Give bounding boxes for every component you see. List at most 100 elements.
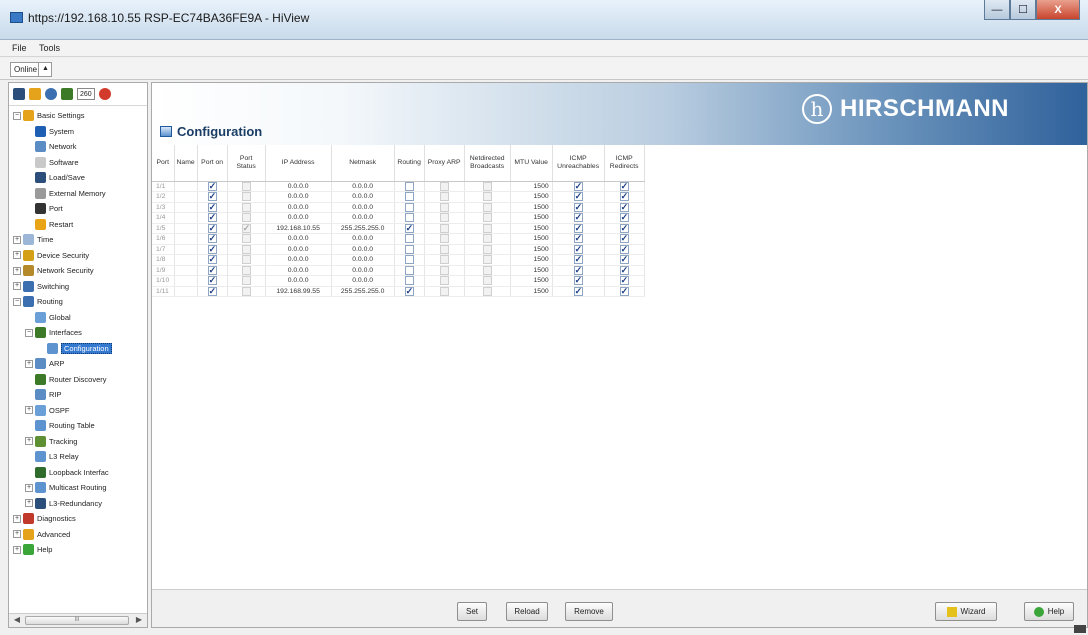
maximize-button[interactable]: ☐ (1010, 0, 1036, 20)
port-on-checkbox[interactable] (207, 275, 217, 286)
help-button[interactable]: Help (1024, 602, 1074, 621)
netmask-cell[interactable]: 0.0.0.0 (331, 275, 395, 287)
icmp-unreach-checkbox[interactable] (573, 244, 583, 255)
port-on-checkbox[interactable] (207, 223, 217, 234)
expand-icon[interactable]: + (25, 406, 33, 415)
tree-item[interactable]: + Tracking (9, 434, 147, 450)
table-row[interactable]: 1/7 0.0.0.00.0.0.0 1500 (152, 244, 645, 255)
netmask-cell[interactable]: 0.0.0.0 (331, 254, 395, 266)
icmp-unreach-checkbox[interactable] (573, 202, 583, 213)
column-header[interactable]: ICMP Unreachables (552, 145, 605, 182)
ip-cell[interactable]: 0.0.0.0 (265, 191, 332, 203)
tree-item[interactable]: L3 Relay (9, 449, 147, 465)
routing-checkbox[interactable] (404, 192, 414, 202)
expand-icon[interactable]: + (25, 359, 33, 368)
netmask-cell[interactable]: 0.0.0.0 (331, 233, 395, 245)
column-header[interactable]: ICMP Redirects (604, 145, 645, 182)
horizontal-scrollbar[interactable]: ◀ III ▶ (9, 613, 147, 627)
port-cell[interactable]: 1/9 (152, 265, 175, 276)
scroll-left-icon[interactable]: ◀ (11, 615, 23, 626)
expand-icon[interactable]: + (13, 235, 21, 244)
column-header[interactable]: Proxy ARP (424, 145, 465, 182)
tree-item[interactable]: − Interfaces (9, 325, 147, 341)
table-row[interactable]: 1/10 0.0.0.00.0.0.0 1500 (152, 275, 645, 287)
ip-cell[interactable]: 192.168.10.55 (265, 223, 332, 234)
ip-cell[interactable]: 0.0.0.0 (265, 265, 332, 276)
port-cell[interactable]: 1/11 (152, 286, 175, 297)
mtu-cell[interactable]: 1500 (510, 265, 553, 276)
collapse-icon[interactable]: − (25, 328, 33, 337)
tree-item[interactable]: + Diagnostics (9, 511, 147, 527)
mtu-cell[interactable]: 1500 (510, 244, 553, 255)
column-header[interactable]: Port on (197, 145, 228, 182)
expand-icon[interactable]: + (13, 266, 21, 275)
tree-item[interactable]: − Basic Settings (9, 108, 147, 124)
device-icon[interactable] (13, 88, 25, 100)
port-on-checkbox[interactable] (207, 181, 217, 192)
expand-icon[interactable]: + (13, 282, 21, 291)
tree-item[interactable]: External Memory (9, 186, 147, 202)
table-row[interactable]: 1/11 192.168.99.55255.255.255.0 1500 (152, 286, 645, 297)
routing-checkbox[interactable] (404, 255, 414, 265)
port-on-checkbox[interactable] (207, 202, 217, 213)
tree-item[interactable]: + L3-Redundancy (9, 496, 147, 512)
port-cell[interactable]: 1/1 (152, 181, 175, 192)
tree-item[interactable]: − Routing (9, 294, 147, 310)
routing-checkbox[interactable] (404, 286, 414, 297)
tree-item[interactable]: Routing Table (9, 418, 147, 434)
name-cell[interactable] (174, 286, 198, 297)
tree-item[interactable]: + Network Security (9, 263, 147, 279)
port-on-checkbox[interactable] (207, 233, 217, 244)
tree-item[interactable]: + ARP (9, 356, 147, 372)
name-cell[interactable] (174, 212, 198, 224)
port-on-checkbox[interactable] (207, 244, 217, 255)
menu-file[interactable]: File (12, 43, 27, 53)
tree-item[interactable]: RIP (9, 387, 147, 403)
expand-icon[interactable]: + (25, 499, 33, 508)
name-cell[interactable] (174, 265, 198, 276)
reload-button[interactable]: Reload (506, 602, 548, 621)
ip-cell[interactable]: 0.0.0.0 (265, 212, 332, 224)
tree-icon[interactable] (61, 88, 73, 100)
icmp-redirects-checkbox[interactable] (619, 265, 629, 276)
mtu-cell[interactable]: 1500 (510, 233, 553, 245)
column-header[interactable]: Netdirected Broadcasts (464, 145, 511, 182)
table-row[interactable]: 1/4 0.0.0.00.0.0.0 1500 (152, 212, 645, 224)
name-cell[interactable] (174, 244, 198, 255)
routing-checkbox[interactable] (404, 202, 414, 212)
icmp-redirects-checkbox[interactable] (619, 181, 629, 192)
port-on-checkbox[interactable] (207, 286, 217, 297)
name-cell[interactable] (174, 254, 198, 266)
port-cell[interactable]: 1/8 (152, 254, 175, 266)
search-icon[interactable] (45, 88, 57, 100)
routing-checkbox[interactable] (404, 234, 414, 244)
tree-item[interactable]: Restart (9, 217, 147, 233)
tree-item[interactable]: + Multicast Routing (9, 480, 147, 496)
column-header[interactable]: MTU Value (510, 145, 553, 182)
mtu-cell[interactable]: 1500 (510, 191, 553, 203)
netmask-cell[interactable]: 0.0.0.0 (331, 191, 395, 203)
mode-dropdown-icon[interactable]: ▲ (38, 62, 52, 77)
icmp-redirects-checkbox[interactable] (619, 233, 629, 244)
tree-item[interactable]: + Switching (9, 279, 147, 295)
column-header[interactable]: Port (152, 145, 175, 182)
port-on-checkbox[interactable] (207, 265, 217, 276)
resize-grip-icon[interactable] (1074, 625, 1086, 633)
ip-cell[interactable]: 0.0.0.0 (265, 244, 332, 255)
wizard-button[interactable]: Wizard (935, 602, 997, 621)
icmp-redirects-checkbox[interactable] (619, 275, 629, 286)
tree-item[interactable]: Router Discovery (9, 372, 147, 388)
icmp-redirects-checkbox[interactable] (619, 212, 629, 223)
tree-item[interactable]: + Device Security (9, 248, 147, 264)
tree-item[interactable]: System (9, 124, 147, 140)
mtu-cell[interactable]: 1500 (510, 181, 553, 192)
icmp-unreach-checkbox[interactable] (573, 223, 583, 234)
port-cell[interactable]: 1/2 (152, 191, 175, 203)
mtu-cell[interactable]: 1500 (510, 286, 553, 297)
icmp-unreach-checkbox[interactable] (573, 254, 583, 265)
menu-tools[interactable]: Tools (39, 43, 60, 53)
stop-icon[interactable] (98, 88, 111, 100)
tree-item[interactable]: Loopback Interfac (9, 465, 147, 481)
users-icon[interactable] (29, 88, 41, 100)
port-cell[interactable]: 1/10 (152, 275, 175, 287)
